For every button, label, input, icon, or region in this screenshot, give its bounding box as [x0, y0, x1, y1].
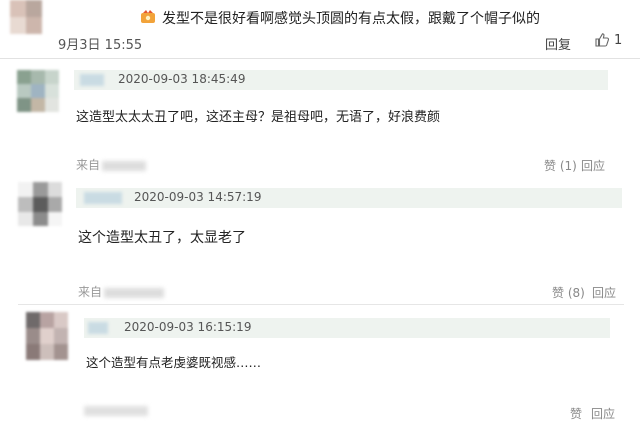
source-blurred	[84, 406, 148, 416]
comment-text: 这个造型有点老虔婆既视感……	[86, 355, 262, 370]
like-button[interactable]: 赞 (8)	[552, 284, 585, 301]
source-label: 来自	[76, 158, 101, 172]
post-text: 发型不是很好看啊感觉头顶圆的有点太假，跟戴了个帽子似的	[162, 11, 540, 27]
username-blurred[interactable]	[80, 74, 104, 86]
reply-button[interactable]: 回复	[545, 34, 571, 53]
avatar[interactable]	[26, 312, 68, 360]
comment-meta-bar: 2020-09-03 18:45:49	[74, 70, 608, 90]
vip-badge-icon	[140, 9, 156, 25]
source-label: 来自	[78, 285, 103, 299]
reply-button[interactable]: 回应	[581, 157, 605, 174]
comment-time: 2020-09-03 16:15:19	[124, 320, 252, 334]
comment-time: 2020-09-03 18:45:49	[118, 72, 246, 86]
comment-text: 这造型太太太丑了吧，这还主母？是祖母吧，无语了，好浪费颜	[76, 110, 441, 125]
thumbs-up-icon	[594, 32, 610, 48]
avatar[interactable]	[17, 70, 59, 112]
username-blurred[interactable]	[84, 192, 122, 204]
avatar[interactable]	[10, 0, 42, 34]
comment-text: 这个造型太丑了，太显老了	[78, 230, 246, 246]
divider	[18, 304, 624, 305]
comment-source: 来自	[78, 283, 165, 300]
comment-meta-bar: 2020-09-03 14:57:19	[76, 188, 622, 208]
comment-source: 来自	[76, 156, 147, 173]
source-blurred	[104, 287, 165, 298]
like-button[interactable]: 赞	[570, 405, 582, 422]
reply-button[interactable]: 回应	[592, 284, 616, 301]
username-blurred[interactable]	[88, 322, 108, 334]
like-button[interactable]: 赞 (1)	[544, 157, 577, 174]
like-count: 1	[614, 33, 623, 48]
comment-time: 2020-09-03 14:57:19	[134, 190, 262, 204]
source-blurred	[102, 160, 147, 171]
reply-button[interactable]: 回应	[591, 405, 615, 422]
comment-meta-bar: 2020-09-03 16:15:19	[84, 318, 610, 338]
post-date: 9月3日 15:55	[58, 38, 143, 53]
divider	[0, 58, 640, 59]
avatar[interactable]	[18, 182, 62, 226]
